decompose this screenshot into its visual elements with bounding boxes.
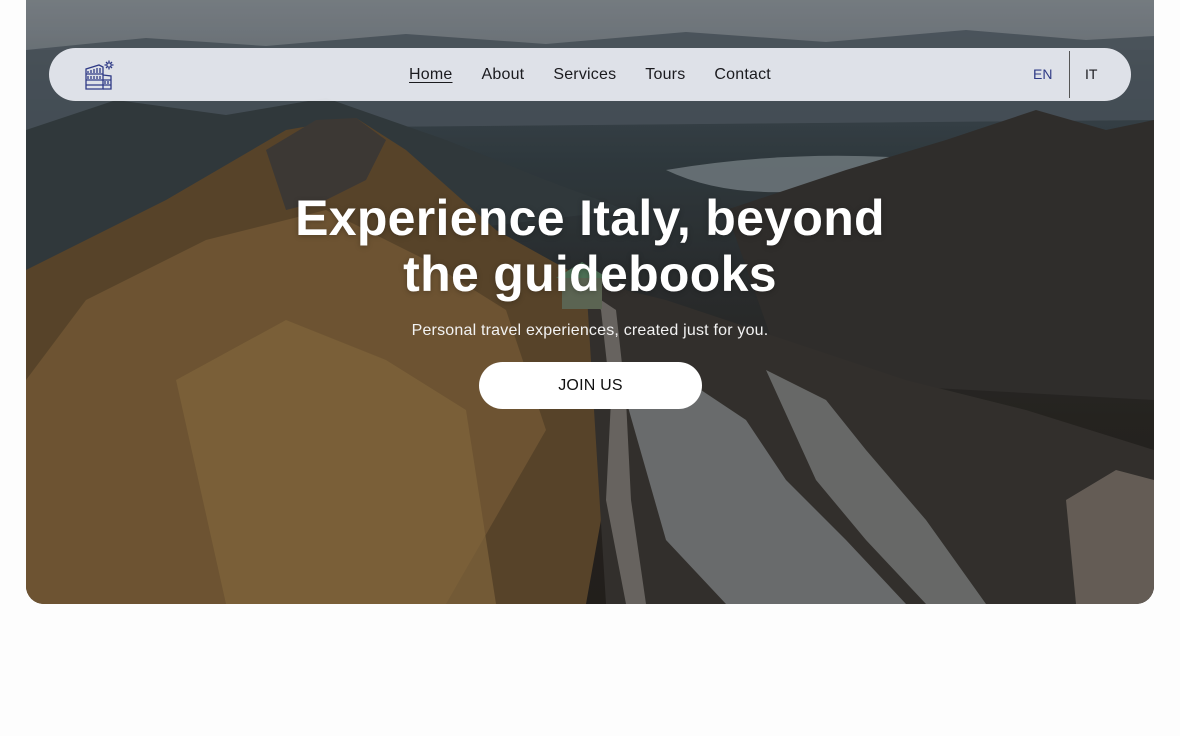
- language-en-button[interactable]: EN: [1033, 66, 1052, 82]
- main-nav: Home About Services Tours Contact: [49, 48, 1131, 101]
- nav-home-link[interactable]: Home: [409, 66, 452, 84]
- nav-tours-link[interactable]: Tours: [645, 66, 685, 84]
- top-navbar: Home About Services Tours Contact EN IT: [49, 48, 1131, 101]
- hero-headline-line2: the guidebooks: [403, 246, 777, 302]
- join-us-button[interactable]: JOIN US: [479, 362, 702, 409]
- hero-headline-line1: Experience Italy, beyond: [295, 190, 885, 246]
- nav-about-link[interactable]: About: [482, 66, 525, 84]
- language-divider: [1069, 51, 1070, 98]
- hero-headline: Experience Italy, beyond the guidebooks: [230, 190, 950, 302]
- hero-subheadline: Personal travel experiences, created jus…: [411, 322, 769, 339]
- language-it-button[interactable]: IT: [1085, 66, 1097, 82]
- nav-contact-link[interactable]: Contact: [714, 66, 771, 84]
- nav-services-link[interactable]: Services: [553, 66, 616, 84]
